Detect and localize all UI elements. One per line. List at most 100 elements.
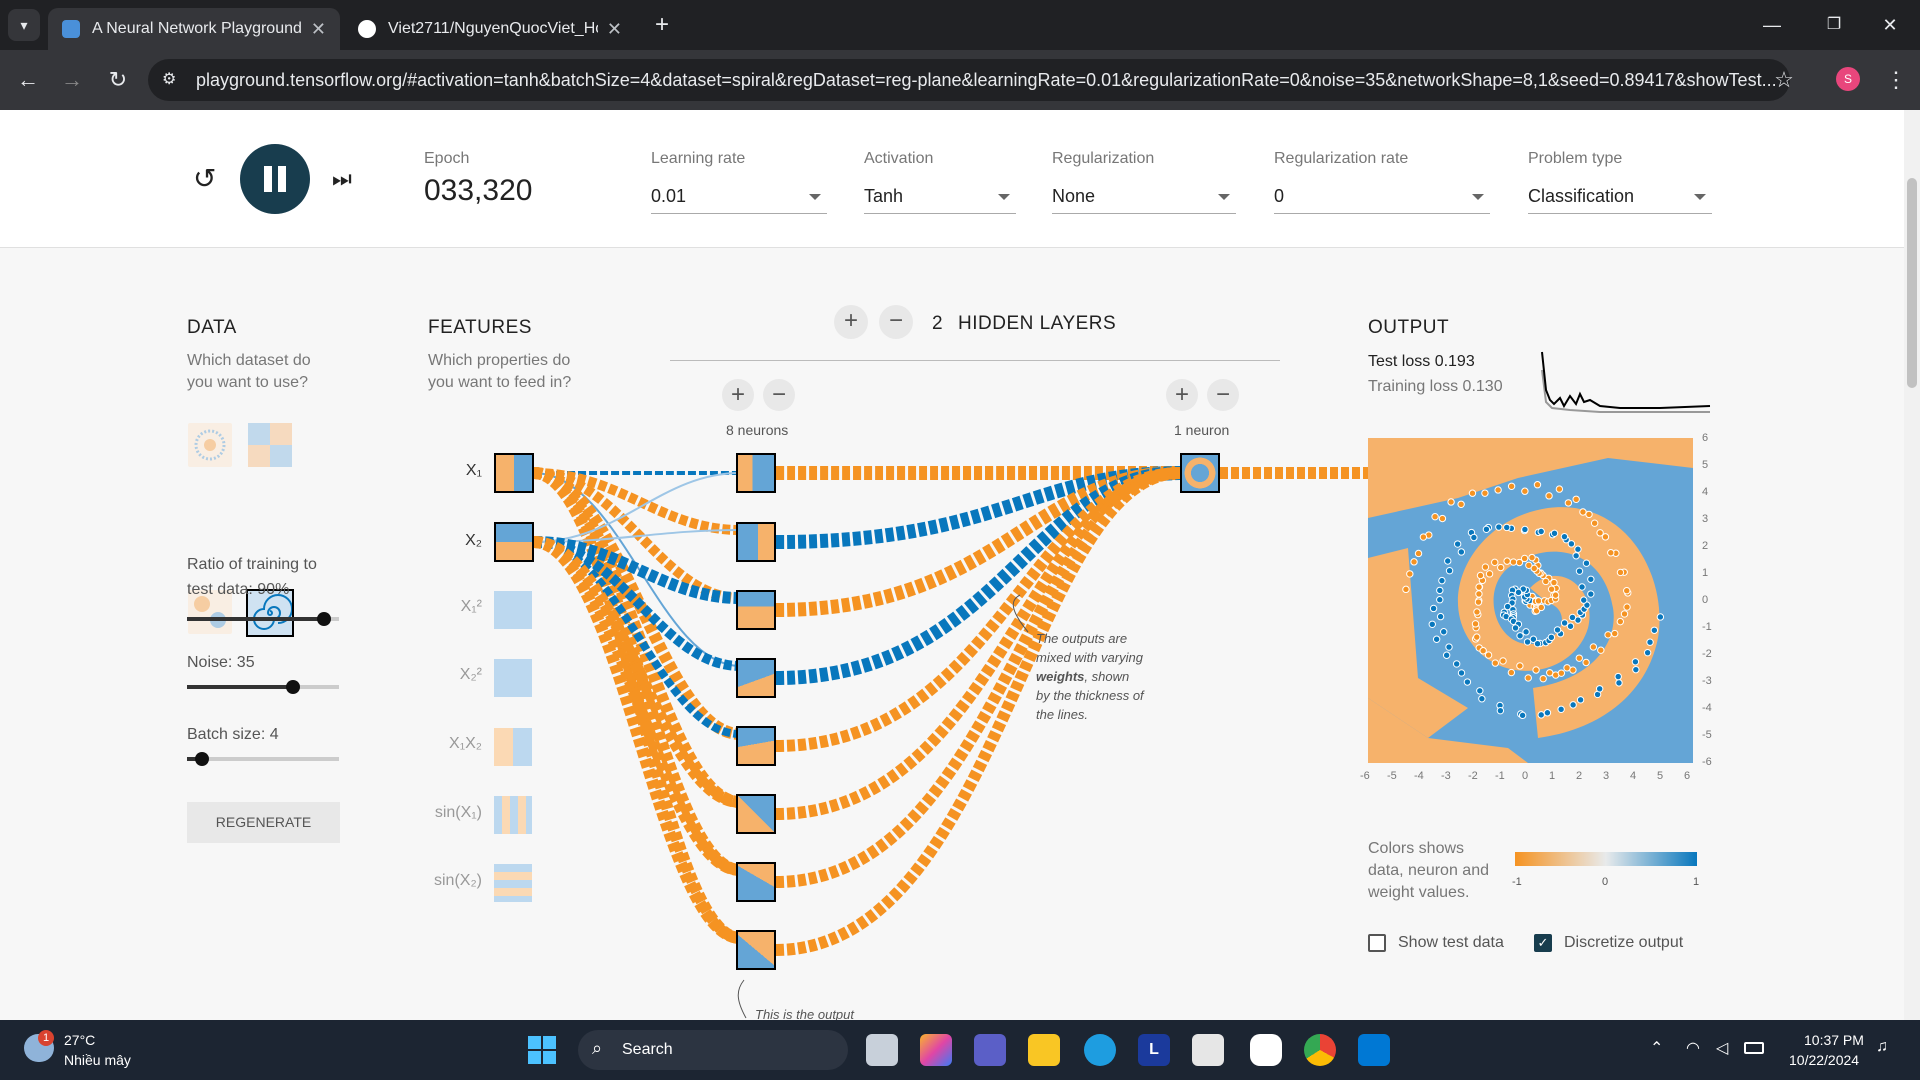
data-point bbox=[1478, 695, 1486, 703]
hidden-neuron[interactable] bbox=[736, 590, 776, 630]
hidden-neuron[interactable] bbox=[736, 522, 776, 562]
hidden-neuron[interactable] bbox=[736, 453, 776, 493]
copilot-icon[interactable] bbox=[920, 1034, 952, 1066]
notification-bell-icon[interactable]: ♫ bbox=[1876, 1038, 1888, 1056]
address-bar[interactable]: ⚙ playground.tensorflow.org/#activation=… bbox=[148, 59, 1790, 101]
app-l-icon[interactable]: L bbox=[1138, 1034, 1170, 1066]
start-button[interactable] bbox=[528, 1036, 556, 1064]
close-tab-icon[interactable]: ✕ bbox=[607, 19, 622, 40]
site-info-icon[interactable]: ⚙ bbox=[162, 69, 176, 89]
close-window-icon[interactable]: ✕ bbox=[1874, 9, 1906, 41]
training-loss: Training loss 0.130 bbox=[1368, 378, 1503, 395]
hidden-neuron[interactable] bbox=[736, 862, 776, 902]
forward-icon[interactable]: → bbox=[56, 64, 88, 96]
color-scale-bar bbox=[1515, 852, 1697, 866]
hidden-neuron[interactable] bbox=[736, 930, 776, 970]
data-point bbox=[1623, 603, 1631, 611]
bookmark-star-icon[interactable]: ☆ bbox=[1768, 64, 1800, 96]
feature-x2sq[interactable] bbox=[494, 659, 532, 697]
feature-x1sq[interactable] bbox=[494, 591, 532, 629]
data-point bbox=[1590, 519, 1599, 527]
file-explorer-icon[interactable] bbox=[1028, 1034, 1060, 1066]
x-tick-label: 6 bbox=[1684, 770, 1691, 782]
y-tick-label: 3 bbox=[1702, 513, 1709, 525]
profile-avatar[interactable]: S bbox=[1836, 67, 1860, 91]
hidden-neuron[interactable] bbox=[736, 726, 776, 766]
discretize-output-checkbox[interactable]: ✓ bbox=[1534, 934, 1552, 952]
data-point bbox=[1546, 669, 1554, 677]
feature-sinx1[interactable] bbox=[494, 796, 532, 834]
data-point bbox=[1457, 548, 1466, 556]
tab-playground[interactable]: A Neural Network Playground ✕ bbox=[48, 8, 340, 50]
data-point bbox=[1596, 529, 1604, 537]
feature-x2[interactable] bbox=[494, 522, 534, 562]
y-tick-label: -3 bbox=[1702, 675, 1712, 687]
data-point bbox=[1646, 638, 1654, 646]
teams-icon[interactable] bbox=[974, 1034, 1006, 1066]
data-point bbox=[1614, 672, 1622, 681]
page-scrollbar[interactable] bbox=[1904, 110, 1920, 1020]
hidden-neuron[interactable] bbox=[736, 658, 776, 698]
y-tick-label: 6 bbox=[1702, 432, 1709, 444]
playground-favicon-icon bbox=[62, 20, 80, 38]
data-point bbox=[1516, 632, 1524, 640]
volume-icon[interactable]: ◁ bbox=[1716, 1038, 1728, 1058]
x-tick-label: -3 bbox=[1441, 770, 1451, 782]
temperature: 27°C bbox=[64, 1032, 96, 1048]
feature-sinx2[interactable] bbox=[494, 864, 532, 902]
tab-github[interactable]: Viet2711/NguyenQuocViet_Hoc ✕ bbox=[344, 8, 636, 50]
add-neuron-layer1-button[interactable]: + bbox=[722, 379, 754, 411]
back-icon[interactable]: ← bbox=[12, 64, 44, 96]
scale-max: 1 bbox=[1693, 876, 1700, 888]
show-test-data-checkbox[interactable] bbox=[1368, 934, 1386, 952]
y-tick-label: -5 bbox=[1702, 729, 1712, 741]
remove-neuron-layer2-button[interactable]: − bbox=[1207, 379, 1239, 411]
scrollbar-thumb[interactable] bbox=[1907, 178, 1917, 388]
minimize-icon[interactable]: — bbox=[1756, 9, 1788, 41]
hidden-neuron-layer2[interactable] bbox=[1180, 453, 1220, 493]
data-point bbox=[1631, 658, 1640, 666]
menu-icon[interactable]: ⋮ bbox=[1880, 64, 1912, 96]
wifi-icon[interactable]: ◠ bbox=[1686, 1038, 1700, 1058]
vscode-icon[interactable] bbox=[1358, 1034, 1390, 1066]
task-view-icon[interactable] bbox=[866, 1034, 898, 1066]
tray-chevron-icon[interactable]: ⌃ bbox=[1650, 1038, 1663, 1058]
data-point bbox=[1568, 613, 1577, 622]
data-point bbox=[1485, 570, 1494, 578]
layer2-neuron-count: 1 neuron bbox=[1174, 422, 1230, 438]
remove-neuron-layer1-button[interactable]: − bbox=[763, 379, 795, 411]
add-layer-button[interactable]: + bbox=[834, 305, 868, 339]
data-point bbox=[1496, 706, 1505, 715]
data-point bbox=[1582, 658, 1590, 667]
chrome-icon[interactable] bbox=[1304, 1034, 1336, 1066]
data-point bbox=[1440, 628, 1448, 636]
discretize-output-label: Discretize output bbox=[1564, 934, 1684, 951]
browser-navbar: ← → ↻ ⚙ playground.tensorflow.org/#activ… bbox=[0, 50, 1920, 110]
hidden-neuron[interactable] bbox=[736, 794, 776, 834]
remove-layer-button[interactable]: − bbox=[879, 305, 913, 339]
clock-time[interactable]: 10:37 PM bbox=[1804, 1032, 1864, 1048]
clock-date[interactable]: 10/22/2024 bbox=[1789, 1052, 1859, 1068]
data-point bbox=[1468, 489, 1477, 497]
new-tab-button[interactable]: + bbox=[646, 9, 678, 41]
close-tab-icon[interactable]: ✕ bbox=[311, 19, 326, 40]
battery-icon[interactable] bbox=[1744, 1042, 1764, 1054]
hidden-layers-rule bbox=[670, 360, 1280, 361]
add-neuron-layer2-button[interactable]: + bbox=[1166, 379, 1198, 411]
store-icon[interactable] bbox=[1192, 1034, 1224, 1066]
edge-icon[interactable] bbox=[1084, 1034, 1116, 1066]
data-point bbox=[1560, 619, 1569, 627]
data-point bbox=[1457, 669, 1466, 677]
tab-list-icon[interactable]: ▾ bbox=[8, 9, 40, 41]
data-point bbox=[1503, 557, 1511, 565]
data-point bbox=[1482, 525, 1491, 534]
feature-x1[interactable] bbox=[494, 453, 534, 493]
feature-x1x2[interactable] bbox=[494, 728, 532, 766]
y-tick-label: 0 bbox=[1702, 594, 1709, 606]
reload-icon[interactable]: ↻ bbox=[102, 64, 134, 96]
taskbar-search[interactable]: ⌕ Search bbox=[578, 1030, 848, 1070]
output-annotation: This is the output bbox=[755, 1007, 854, 1020]
restore-icon[interactable]: ❐ bbox=[1818, 9, 1850, 41]
zalo-icon[interactable] bbox=[1250, 1034, 1282, 1066]
data-point bbox=[1509, 558, 1518, 566]
